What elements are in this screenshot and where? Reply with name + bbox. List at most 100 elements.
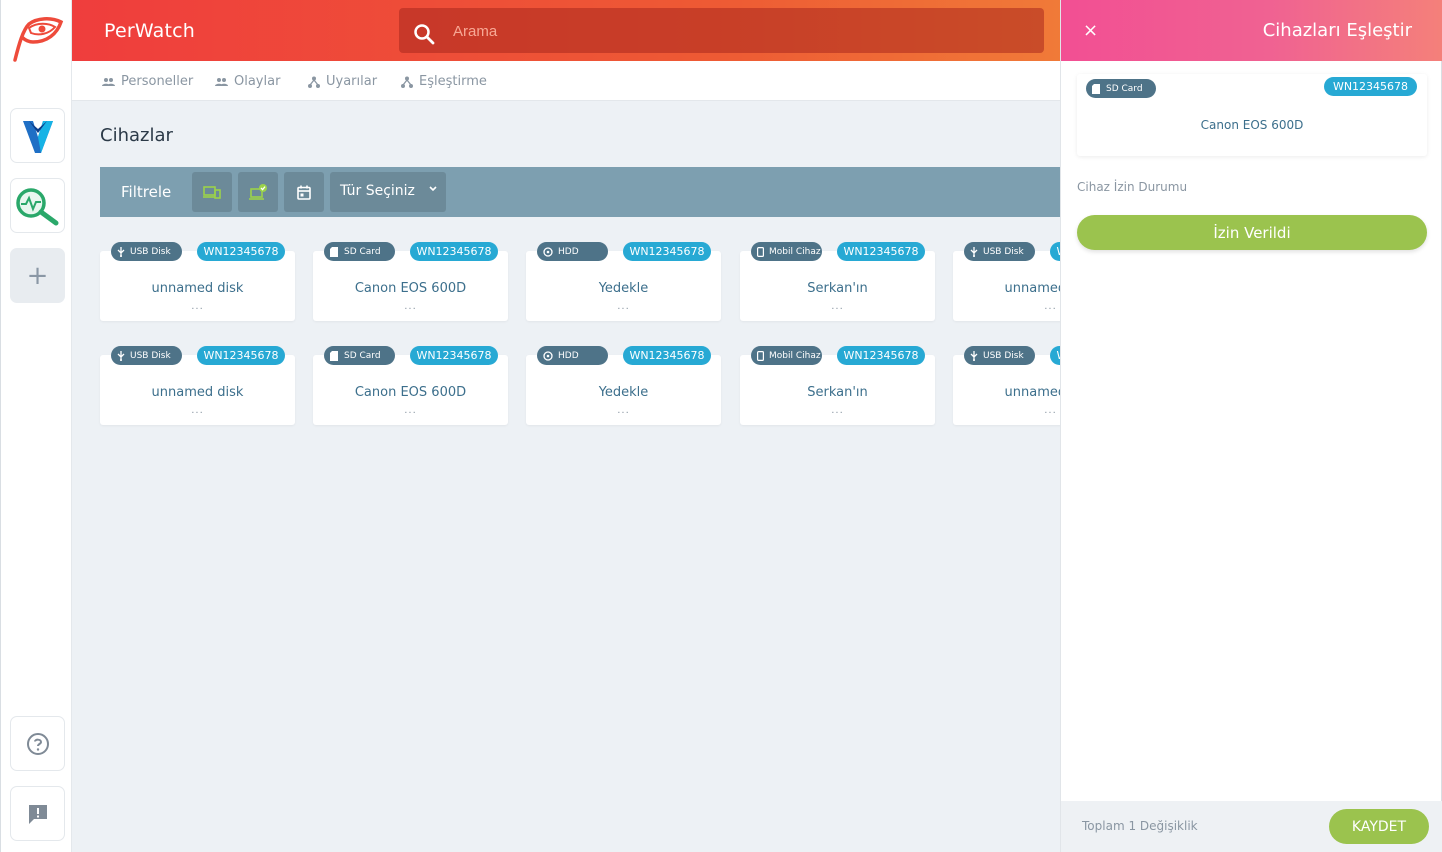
permission-status-button[interactable]: İzin Verildi [1077, 215, 1427, 250]
laptop-check-icon [249, 184, 267, 200]
device-type-chip: SD Card [324, 346, 395, 365]
serial-chip: WN12345678 [623, 346, 711, 365]
device-name: unnamed disk [1004, 281, 1060, 296]
device-type-label: SD Card [1106, 83, 1143, 94]
mobile-icon [757, 246, 764, 257]
health-search-icon [15, 187, 58, 225]
device-card[interactable]: Mobil Cihaz WN12345678 Serkan'ın... [740, 242, 935, 321]
device-name: Yedekle [598, 281, 649, 296]
feedback-button[interactable] [10, 786, 65, 841]
more-indicator[interactable]: ... [740, 405, 935, 416]
device-card[interactable]: USB Disk WN12345678 unnamed disk... [953, 346, 1060, 425]
device-type-chip: USB Disk [111, 346, 182, 365]
serial-chip: WN12345678 [623, 242, 711, 261]
sd-card-icon [1092, 83, 1100, 94]
device-type-label: SD Card [344, 246, 381, 257]
device-name: Yedekle [598, 385, 649, 400]
more-indicator[interactable]: ... [953, 301, 1060, 312]
device-type-label: USB Disk [983, 350, 1024, 361]
device-card[interactable]: USB Disk WN12345678 unnamed disk... [100, 346, 295, 425]
rail-app-v-button[interactable] [10, 108, 65, 163]
device-type-chip: USB Disk [964, 242, 1035, 261]
search-input[interactable] [453, 20, 1013, 42]
tab-label: Eşleştirme [419, 74, 487, 89]
filter-label: Filtrele [121, 183, 172, 201]
device-card[interactable]: USB Disk WN12345678 unnamed disk... [100, 242, 295, 321]
more-indicator[interactable]: ... [953, 405, 1060, 416]
sd-card-icon [330, 350, 339, 361]
main-content: Cihazlar Filtrele Tür Seçiniz USB Disk WN… [72, 101, 1060, 852]
device-card[interactable]: HDD WN12345678 Yedekle... [526, 242, 721, 321]
serial-chip: WN12345678 [410, 346, 498, 365]
perwatch-logo-icon[interactable] [9, 14, 65, 64]
change-count-text: Toplam 1 Değişiklik [1082, 819, 1198, 833]
people-icon [215, 77, 228, 86]
device-type-label: HDD [558, 246, 579, 257]
more-indicator[interactable]: ... [526, 405, 721, 416]
pairing-panel: × Cihazları Eşleştir SD Card WN12345678 … [1060, 0, 1442, 852]
serial-chip: WN12345678 [410, 242, 498, 261]
tab-olaylar[interactable]: Olaylar [215, 74, 280, 89]
tab-label: Personeller [121, 74, 194, 89]
people-icon [102, 77, 115, 86]
close-icon[interactable]: × [1083, 20, 1098, 41]
device-type-chip: Mobil Cihaz [751, 242, 822, 261]
help-button[interactable] [10, 716, 65, 771]
tab-eslestirme[interactable]: Eşleştirme [401, 74, 487, 89]
selected-device-card[interactable]: SD Card WN12345678 Canon EOS 600D [1077, 74, 1427, 156]
panel-footer: Toplam 1 Değişiklik KAYDET [1061, 801, 1442, 852]
device-type-label: USB Disk [130, 246, 171, 257]
tab-uyarilar[interactable]: Uyarılar [308, 74, 377, 89]
usb-icon [970, 246, 978, 257]
serial-chip: WN12345678 [837, 242, 925, 261]
more-indicator[interactable]: ... [313, 405, 508, 416]
device-type-label: HDD [558, 350, 579, 361]
save-button[interactable]: KAYDET [1329, 809, 1429, 844]
device-name: Serkan'ın [807, 281, 868, 296]
rail-add-button[interactable]: + [10, 248, 65, 303]
search-icon[interactable] [413, 23, 435, 45]
device-card[interactable]: HDD WN12345678 Yedekle... [526, 346, 721, 425]
hierarchy-icon [308, 76, 320, 88]
serial-chip: WN12345678 [837, 346, 925, 365]
device-card[interactable]: Mobil Cihaz WN12345678 Serkan'ın... [740, 346, 935, 425]
serial-chip: WN12345678 [1050, 346, 1060, 365]
device-type-chip: USB Disk [111, 242, 182, 261]
serial-chip: WN12345678 [197, 346, 285, 365]
device-name: Serkan'ın [807, 385, 868, 400]
chevron-down-icon [429, 186, 437, 192]
filter-date-button[interactable] [284, 172, 324, 212]
nav-tabs: Personeller Olaylar Uyarılar Eşleştirme [72, 61, 1060, 101]
feedback-icon [28, 804, 47, 824]
search-box[interactable] [399, 8, 1044, 53]
device-type-chip: USB Disk [964, 346, 1035, 365]
filter-device-button[interactable] [192, 172, 232, 212]
serial-chip: WN12345678 [197, 242, 285, 261]
device-type-chip: SD Card [1086, 79, 1156, 98]
app-rail: + [0, 0, 72, 852]
panel-header: × Cihazları Eşleştir [1061, 0, 1442, 61]
hdd-icon [543, 246, 553, 257]
device-card[interactable]: USB Disk WN12345678 unnamed disk... [953, 242, 1060, 321]
device-card[interactable]: SD Card WN12345678 Canon EOS 600D... [313, 346, 508, 425]
hierarchy-icon [401, 76, 413, 88]
more-indicator[interactable]: ... [100, 405, 295, 416]
more-indicator[interactable]: ... [526, 301, 721, 312]
more-indicator[interactable]: ... [740, 301, 935, 312]
sd-card-icon [330, 246, 339, 257]
device-card[interactable]: SD Card WN12345678 Canon EOS 600D... [313, 242, 508, 321]
device-type-label: USB Disk [983, 246, 1024, 257]
device-name: unnamed disk [1004, 385, 1060, 400]
device-type-label: USB Disk [130, 350, 171, 361]
help-icon [26, 732, 49, 755]
rail-app-health-button[interactable] [10, 178, 65, 233]
type-select[interactable]: Tür Seçiniz [330, 172, 446, 212]
tab-label: Olaylar [234, 74, 281, 89]
more-indicator[interactable]: ... [313, 301, 508, 312]
type-select-value: Tür Seçiniz [340, 183, 415, 199]
more-indicator[interactable]: ... [100, 301, 295, 312]
brand-title: PerWatch [104, 20, 196, 42]
tab-personeller[interactable]: Personeller [102, 74, 193, 89]
filter-approved-button[interactable] [238, 172, 278, 212]
device-type-label: SD Card [344, 350, 381, 361]
